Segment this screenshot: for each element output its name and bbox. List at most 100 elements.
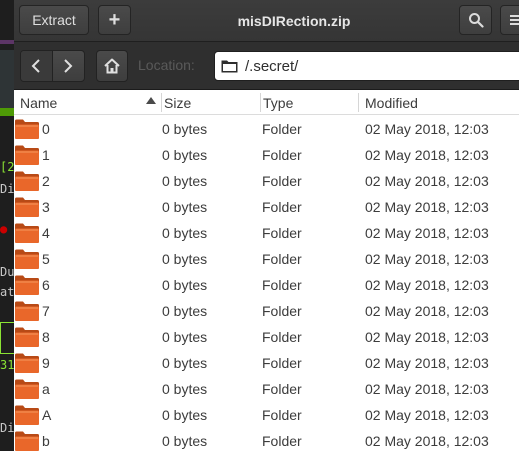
column-header-size[interactable]: Size: [164, 90, 258, 115]
file-row[interactable]: 1 0 bytes Folder 02 May 2018, 12:03: [14, 142, 519, 168]
file-name: 5: [42, 251, 50, 267]
file-row[interactable]: 9 0 bytes Folder 02 May 2018, 12:03: [14, 350, 519, 376]
archive-manager-window: Extract + misDIRection.zip Location: /.s…: [14, 0, 519, 451]
folder-icon: [15, 379, 39, 399]
file-size: 0 bytes: [162, 433, 208, 449]
file-icon-cell: [14, 142, 40, 168]
file-type: Folder: [262, 329, 302, 345]
file-row[interactable]: 7 0 bytes Folder 02 May 2018, 12:03: [14, 298, 519, 324]
file-name: 3: [42, 199, 50, 215]
file-icon-cell: [14, 246, 40, 272]
file-size: 0 bytes: [162, 225, 208, 241]
file-modified: 02 May 2018, 12:03: [365, 407, 489, 423]
search-icon: [468, 13, 484, 28]
terminal-drop-icon: ●: [0, 222, 8, 236]
back-button[interactable]: [21, 51, 53, 81]
file-row[interactable]: 8 0 bytes Folder 02 May 2018, 12:03: [14, 324, 519, 350]
file-size: 0 bytes: [162, 147, 208, 163]
location-path: /.secret/: [245, 57, 299, 75]
file-row[interactable]: A 0 bytes Folder 02 May 2018, 12:03: [14, 402, 519, 428]
menu-button[interactable]: [500, 5, 519, 35]
column-separator[interactable]: [161, 93, 162, 112]
column-header-modified[interactable]: Modified: [365, 90, 515, 115]
header-bar: Extract + misDIRection.zip: [14, 0, 519, 42]
folder-icon: [15, 197, 39, 217]
folder-icon: [15, 145, 39, 165]
file-modified: 02 May 2018, 12:03: [365, 355, 489, 371]
terminal-text: [2: [0, 160, 15, 174]
file-icon-cell: [14, 324, 40, 350]
column-header-row: Name Size Type Modified: [14, 90, 519, 115]
file-type: Folder: [262, 433, 302, 449]
file-type: Folder: [262, 277, 302, 293]
column-separator[interactable]: [260, 93, 261, 112]
chevron-left-icon: [31, 59, 40, 73]
sort-ascending-icon: [146, 97, 156, 104]
file-icon-cell: [14, 272, 40, 298]
terminal-text: Di: [0, 421, 15, 435]
home-icon: [104, 58, 120, 74]
file-modified: 02 May 2018, 12:03: [365, 381, 489, 397]
file-icon-cell: [14, 376, 40, 402]
file-row[interactable]: 5 0 bytes Folder 02 May 2018, 12:03: [14, 246, 519, 272]
file-row[interactable]: 6 0 bytes Folder 02 May 2018, 12:03: [14, 272, 519, 298]
forward-button[interactable]: [53, 51, 84, 81]
column-separator[interactable]: [358, 93, 359, 112]
file-row[interactable]: 0 0 bytes Folder 02 May 2018, 12:03: [14, 116, 519, 142]
file-modified: 02 May 2018, 12:03: [365, 199, 489, 215]
file-type: Folder: [262, 407, 302, 423]
file-type: Folder: [262, 381, 302, 397]
file-type: Folder: [262, 251, 302, 267]
file-size: 0 bytes: [162, 407, 208, 423]
file-modified: 02 May 2018, 12:03: [365, 121, 489, 137]
file-name: 1: [42, 147, 50, 163]
file-type: Folder: [262, 225, 302, 241]
window-title: misDIRection.zip: [237, 13, 351, 29]
file-row[interactable]: b 0 bytes Folder 02 May 2018, 12:03: [14, 428, 519, 451]
home-button[interactable]: [96, 50, 128, 82]
file-name: b: [42, 433, 50, 449]
file-type: Folder: [262, 173, 302, 189]
navigation-buttons: [20, 50, 85, 82]
folder-icon: [15, 223, 39, 243]
terminal-text: Di: [0, 182, 15, 196]
chevron-right-icon: [64, 59, 73, 73]
folder-icon: [15, 249, 39, 269]
file-row[interactable]: 4 0 bytes Folder 02 May 2018, 12:03: [14, 220, 519, 246]
file-icon-cell: [14, 194, 40, 220]
file-name: 6: [42, 277, 50, 293]
file-row[interactable]: a 0 bytes Folder 02 May 2018, 12:03: [14, 376, 519, 402]
hamburger-menu-icon: [509, 15, 519, 25]
file-modified: 02 May 2018, 12:03: [365, 303, 489, 319]
file-icon-cell: [14, 220, 40, 246]
add-button[interactable]: +: [98, 5, 131, 35]
file-modified: 02 May 2018, 12:03: [365, 251, 489, 267]
terminal-text: at: [0, 285, 15, 299]
search-button[interactable]: [459, 5, 492, 35]
column-header-name[interactable]: Name: [20, 90, 160, 115]
folder-icon: [15, 405, 39, 425]
file-row[interactable]: 2 0 bytes Folder 02 May 2018, 12:03: [14, 168, 519, 194]
file-icon-cell: [14, 350, 40, 376]
column-header-type[interactable]: Type: [263, 90, 357, 115]
file-modified: 02 May 2018, 12:03: [365, 147, 489, 163]
file-name: 4: [42, 225, 50, 241]
location-label: Location:: [138, 57, 195, 73]
location-entry[interactable]: /.secret/: [214, 51, 519, 81]
folder-icon: [15, 171, 39, 191]
file-size: 0 bytes: [162, 355, 208, 371]
extract-button[interactable]: Extract: [19, 5, 89, 35]
file-row[interactable]: 3 0 bytes Folder 02 May 2018, 12:03: [14, 194, 519, 220]
file-type: Folder: [262, 121, 302, 137]
file-type: Folder: [262, 303, 302, 319]
folder-icon: [15, 301, 39, 321]
file-size: 0 bytes: [162, 251, 208, 267]
file-size: 0 bytes: [162, 173, 208, 189]
folder-icon: [15, 275, 39, 295]
folder-icon: [15, 353, 39, 373]
file-name: 9: [42, 355, 50, 371]
file-modified: 02 May 2018, 12:03: [365, 173, 489, 189]
column-header-name-label: Name: [20, 94, 58, 111]
file-icon-cell: [14, 402, 40, 428]
file-name: 7: [42, 303, 50, 319]
